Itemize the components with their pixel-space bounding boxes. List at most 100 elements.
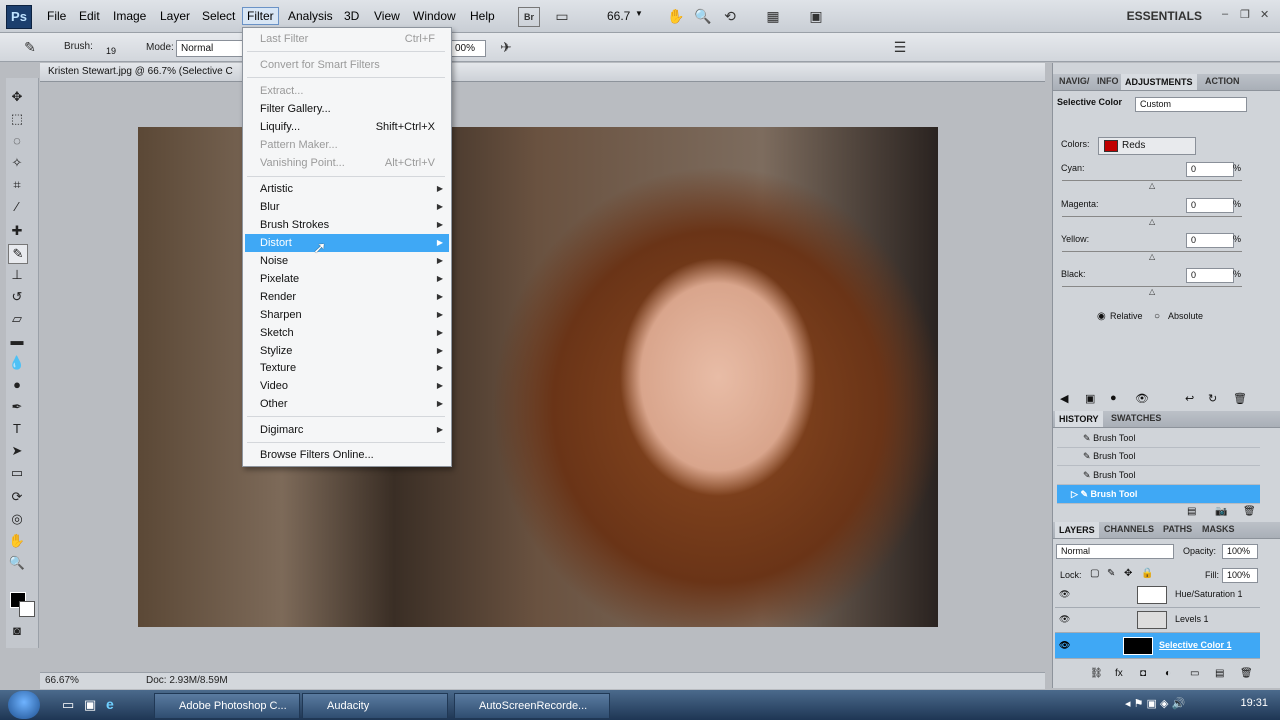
history-item-selected[interactable]: ▷ ✎ Brush Tool bbox=[1057, 485, 1260, 504]
menu-select[interactable]: Select bbox=[198, 8, 239, 24]
tab-info[interactable]: INFO bbox=[1097, 76, 1119, 86]
menu-layer[interactable]: Layer bbox=[156, 8, 194, 24]
filter-other[interactable]: Other bbox=[260, 395, 288, 413]
3d-orbit-icon[interactable]: ◎ bbox=[8, 510, 26, 528]
filter-video[interactable]: Video bbox=[260, 377, 288, 395]
menu-help[interactable]: Help bbox=[466, 8, 499, 24]
filter-blur[interactable]: Blur bbox=[260, 198, 280, 216]
absolute-radio[interactable]: ○ bbox=[1154, 311, 1160, 322]
3d-rotate-icon[interactable]: ⟳ bbox=[8, 488, 26, 506]
lock-position-icon[interactable]: ✥ bbox=[1124, 568, 1132, 579]
lock-image-icon[interactable]: ✎ bbox=[1107, 568, 1115, 579]
visibility-icon[interactable]: 👁 bbox=[1135, 392, 1149, 405]
filter-digimarc[interactable]: Digimarc bbox=[260, 421, 303, 439]
lasso-tool-icon[interactable]: ◌ bbox=[8, 132, 26, 150]
arrange-documents-icon[interactable]: ▦ bbox=[763, 7, 783, 25]
cyan-value[interactable]: 0 bbox=[1186, 162, 1234, 177]
zoom-tool-icon[interactable]: 🔍 bbox=[8, 554, 26, 572]
tray-icons[interactable]: ◂ ⚑ ▣ ◈ 🔊 bbox=[1125, 697, 1185, 710]
path-selection-icon[interactable]: ➤ bbox=[8, 442, 26, 460]
screen-mode-icon[interactable]: ▣ bbox=[806, 7, 826, 25]
previous-state-icon[interactable]: ↩ bbox=[1185, 392, 1194, 405]
filter-sharpen[interactable]: Sharpen bbox=[260, 306, 302, 324]
clip-layer-icon[interactable]: ● bbox=[1110, 392, 1117, 404]
close-icon[interactable]: ✕ bbox=[1260, 8, 1269, 21]
blur-tool-icon[interactable]: 💧 bbox=[8, 354, 26, 372]
eyedropper-icon[interactable]: ⁄ bbox=[8, 198, 26, 216]
filter-liquify[interactable]: Liquify... bbox=[260, 118, 300, 136]
hand-icon[interactable]: ✋ bbox=[666, 7, 686, 25]
menu-filter[interactable]: Filter bbox=[242, 7, 279, 25]
trash-icon[interactable]: 🗑 bbox=[1233, 392, 1247, 405]
tab-actions[interactable]: ACTION bbox=[1205, 76, 1240, 86]
zoom-icon[interactable]: 🔍 bbox=[693, 7, 713, 25]
dodge-tool-icon[interactable]: ● bbox=[8, 376, 26, 394]
relative-radio[interactable]: ◉ bbox=[1097, 311, 1106, 322]
shape-tool-icon[interactable]: ▭ bbox=[8, 464, 26, 482]
flow-field[interactable]: 00% bbox=[450, 40, 486, 57]
lock-transparent-icon[interactable]: ▢ bbox=[1090, 568, 1099, 579]
start-button[interactable] bbox=[8, 691, 40, 719]
layer-row[interactable]: 👁 Levels 1 bbox=[1055, 607, 1260, 633]
filter-last-filter[interactable]: Last Filter bbox=[260, 30, 308, 48]
menu-view[interactable]: View bbox=[370, 8, 404, 24]
magenta-slider-thumb[interactable]: △ bbox=[1149, 217, 1155, 226]
filter-extract[interactable]: Extract... bbox=[260, 82, 303, 100]
chevron-down-icon[interactable]: ▼ bbox=[635, 9, 643, 18]
filter-brush-strokes[interactable]: Brush Strokes bbox=[260, 216, 329, 234]
marquee-tool-icon[interactable]: ⬚ bbox=[8, 110, 26, 128]
layer-style-icon[interactable]: fx bbox=[1115, 668, 1123, 679]
task-photoshop[interactable]: Adobe Photoshop C... bbox=[154, 693, 300, 719]
tab-adjustments[interactable]: ADJUSTMENTS bbox=[1121, 74, 1197, 90]
filter-stylize[interactable]: Stylize bbox=[260, 342, 292, 360]
history-item[interactable]: ✎ Brush Tool bbox=[1057, 429, 1260, 448]
new-document-icon[interactable]: ▤ bbox=[1187, 506, 1196, 517]
tab-navigator[interactable]: NAVIG/ bbox=[1059, 76, 1089, 86]
filter-browse-online[interactable]: Browse Filters Online... bbox=[260, 446, 374, 464]
zoom-level[interactable]: 66.7 bbox=[607, 9, 630, 23]
black-slider-thumb[interactable]: △ bbox=[1149, 287, 1155, 296]
menu-3d[interactable]: 3D bbox=[340, 8, 363, 24]
yellow-value[interactable]: 0 bbox=[1186, 233, 1234, 248]
layer-row[interactable]: 👁 Hue/Saturation 1 bbox=[1055, 582, 1260, 608]
show-desktop-icon[interactable]: ▭ bbox=[62, 697, 74, 713]
filter-vanishing-point[interactable]: Vanishing Point... bbox=[260, 154, 345, 172]
restore-icon[interactable]: ❐ bbox=[1240, 8, 1250, 21]
quick-mask-icon[interactable]: ◙ bbox=[8, 622, 26, 640]
tab-layers[interactable]: LAYERS bbox=[1055, 522, 1099, 538]
opacity-field[interactable]: 100% bbox=[1222, 544, 1258, 559]
panel-toggle-icon[interactable]: ☰ bbox=[890, 38, 910, 56]
gradient-icon[interactable]: ▬ bbox=[8, 332, 26, 350]
magic-wand-icon[interactable]: ✧ bbox=[8, 154, 26, 172]
hand-tool-icon[interactable]: ✋ bbox=[8, 532, 26, 550]
brush-size[interactable]: 19 bbox=[106, 46, 116, 56]
add-mask-icon[interactable]: ◘ bbox=[1140, 668, 1146, 679]
airbrush-icon[interactable]: ✈ bbox=[496, 38, 516, 56]
snapshot-icon[interactable]: 📷 bbox=[1215, 506, 1227, 517]
extras-icon[interactable]: ▭ bbox=[552, 7, 572, 25]
clone-stamp-icon[interactable]: ⊥ bbox=[8, 266, 26, 284]
zoom-readout[interactable]: 66.67% bbox=[45, 675, 79, 686]
doc-size[interactable]: Doc: 2.93M/8.59M bbox=[146, 675, 228, 686]
eraser-icon[interactable]: ▱ bbox=[8, 310, 26, 328]
tab-paths[interactable]: PATHS bbox=[1163, 524, 1192, 534]
workspace-switcher[interactable]: ESSENTIALS bbox=[1127, 9, 1202, 23]
rotate-view-icon[interactable]: ⟲ bbox=[720, 7, 740, 25]
filter-texture[interactable]: Texture bbox=[260, 359, 296, 377]
filter-gallery[interactable]: Filter Gallery... bbox=[260, 100, 331, 118]
filter-convert-smart[interactable]: Convert for Smart Filters bbox=[260, 56, 380, 74]
task-audacity[interactable]: Audacity bbox=[302, 693, 448, 719]
menu-analysis[interactable]: Analysis bbox=[284, 8, 337, 24]
pen-tool-icon[interactable]: ✒ bbox=[8, 398, 26, 416]
adjustment-back-icon[interactable]: ◀ bbox=[1060, 392, 1068, 405]
healing-brush-icon[interactable]: ✚ bbox=[8, 222, 26, 240]
task-autoscreenrecorder[interactable]: AutoScreenRecorde... bbox=[454, 693, 610, 719]
new-adjustment-icon[interactable]: ◐ bbox=[1165, 668, 1171, 679]
blend-mode-select[interactable]: Normal bbox=[1056, 544, 1174, 559]
filter-pattern-maker[interactable]: Pattern Maker... bbox=[260, 136, 338, 154]
history-item[interactable]: ✎ Brush Tool bbox=[1057, 466, 1260, 485]
new-layer-icon[interactable]: ▤ bbox=[1215, 668, 1224, 679]
type-tool-icon[interactable]: T bbox=[8, 420, 26, 438]
eye-icon[interactable]: 👁 bbox=[1059, 589, 1070, 599]
switch-windows-icon[interactable]: ▣ bbox=[84, 697, 96, 713]
